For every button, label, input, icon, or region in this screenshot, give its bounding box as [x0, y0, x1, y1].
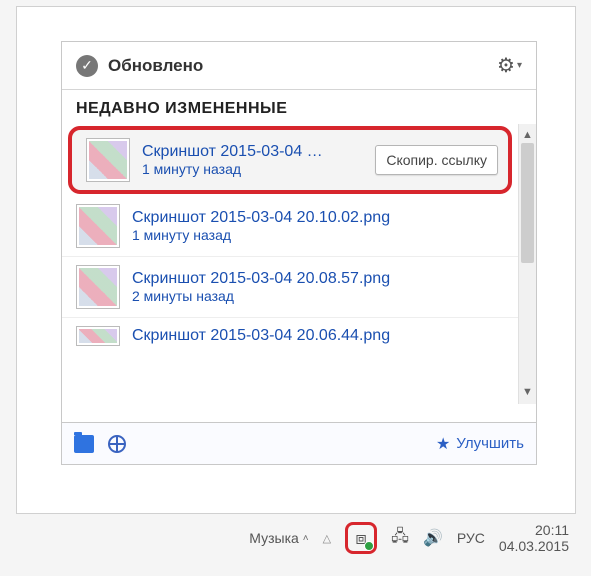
section-title: НЕДАВНО ИЗМЕНЕННЫЕ	[62, 90, 536, 124]
thumbnail-icon	[86, 138, 130, 182]
settings-button[interactable]: ⚙ ▾	[497, 53, 522, 78]
chevron-down-icon: ▾	[517, 60, 522, 71]
music-label: Музыка	[249, 530, 299, 546]
sync-ok-badge-icon	[364, 541, 374, 551]
dropbox-popup: ✓ Обновлено ⚙ ▾ НЕДАВНО ИЗМЕНЕННЫЕ Скрин…	[61, 41, 537, 465]
recent-list: Скриншот 2015-03-04 … 1 минуту назад Ско…	[62, 124, 536, 404]
item-subtitle: 1 минуту назад	[142, 161, 363, 177]
status-check-icon: ✓	[76, 55, 98, 77]
item-title: Скриншот 2015-03-04 20.08.57.png	[132, 270, 508, 288]
scroll-up-icon[interactable]: ▲	[522, 128, 533, 143]
dropbox-tray-icon[interactable]: ⧈	[350, 527, 372, 549]
thumbnail-icon	[76, 204, 120, 248]
scroll-down-icon[interactable]: ▼	[522, 385, 533, 400]
clock-date: 04.03.2015	[499, 538, 569, 554]
scrollbar[interactable]: ▲ ▼	[518, 124, 536, 404]
popup-footer: ★ Улучшить	[62, 422, 536, 464]
sound-icon[interactable]: 🔊	[423, 528, 443, 548]
list-item[interactable]: Скриншот 2015-03-04 … 1 минуту назад Ско…	[68, 126, 512, 194]
window-frame: ✓ Обновлено ⚙ ▾ НЕДАВНО ИЗМЕНЕННЫЕ Скрин…	[16, 6, 576, 514]
folder-icon[interactable]	[74, 435, 94, 453]
upgrade-label: Улучшить	[456, 435, 524, 452]
taskbar-music[interactable]: Музыка ˄	[249, 530, 308, 546]
gear-icon: ⚙	[497, 53, 515, 78]
item-subtitle: 1 минуту назад	[132, 227, 508, 243]
item-text: Скриншот 2015-03-04 20.08.57.png 2 минут…	[132, 270, 508, 304]
status-text: Обновлено	[108, 56, 203, 76]
tray-overflow-icon[interactable]: △	[323, 532, 331, 545]
item-title: Скриншот 2015-03-04 …	[142, 143, 363, 161]
recent-list-inner: Скриншот 2015-03-04 … 1 минуту назад Ско…	[62, 124, 518, 404]
scroll-track[interactable]	[519, 143, 536, 385]
upgrade-link[interactable]: ★ Улучшить	[436, 434, 524, 454]
item-title: Скриншот 2015-03-04 20.06.44.png	[132, 327, 508, 345]
chevron-up-icon: ˄	[303, 533, 309, 544]
item-subtitle: 2 минуты назад	[132, 288, 508, 304]
copy-link-button[interactable]: Скопир. ссылку	[375, 145, 498, 175]
list-item[interactable]: Скриншот 2015-03-04 20.08.57.png 2 минут…	[62, 257, 518, 318]
list-item[interactable]: Скриншот 2015-03-04 20.06.44.png	[62, 318, 518, 346]
item-title: Скриншот 2015-03-04 20.10.02.png	[132, 209, 508, 227]
language-indicator[interactable]: РУС	[457, 530, 485, 546]
popup-header: ✓ Обновлено ⚙ ▾	[62, 42, 536, 90]
globe-icon[interactable]	[108, 435, 126, 453]
list-item[interactable]: Скриншот 2015-03-04 20.10.02.png 1 минут…	[62, 196, 518, 257]
clock-time: 20:11	[499, 522, 569, 538]
item-text: Скриншот 2015-03-04 20.06.44.png	[132, 327, 508, 345]
taskbar: Музыка ˄ △ ⧈ 🖧 🔊 РУС 20:11 04.03.2015	[0, 516, 591, 560]
thumbnail-icon	[76, 265, 120, 309]
star-icon: ★	[436, 434, 450, 454]
tray-dropbox-highlight: ⧈	[345, 522, 377, 554]
scroll-thumb[interactable]	[521, 143, 534, 263]
item-text: Скриншот 2015-03-04 20.10.02.png 1 минут…	[132, 209, 508, 243]
thumbnail-icon	[76, 326, 120, 346]
taskbar-clock[interactable]: 20:11 04.03.2015	[499, 522, 569, 554]
item-text: Скриншот 2015-03-04 … 1 минуту назад	[142, 143, 363, 177]
network-icon[interactable]: 🖧	[391, 525, 409, 552]
